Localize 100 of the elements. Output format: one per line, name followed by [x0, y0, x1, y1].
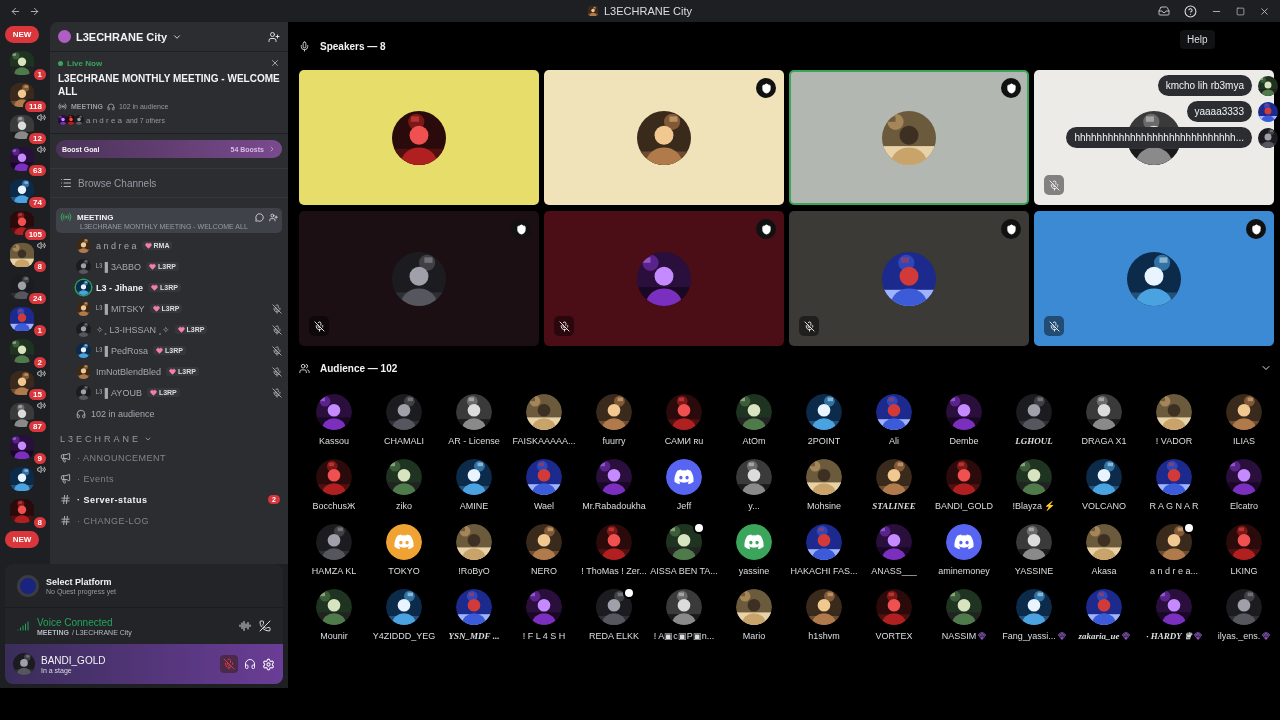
audience-name: CHAMALI: [384, 436, 424, 446]
close-icon[interactable]: [1259, 5, 1270, 17]
heart-icon: [149, 389, 157, 396]
member-name: ᴸ³ ▌MITSKY: [96, 303, 145, 314]
speaker-tile[interactable]: [544, 211, 784, 346]
hash-icon: [60, 494, 71, 505]
discord-logo-icon: [744, 534, 764, 550]
server-icon[interactable]: [10, 147, 34, 171]
channel-item[interactable]: · Events: [50, 468, 288, 489]
channel-name: · CHANGE-LOG: [77, 515, 149, 526]
default-avatar[interactable]: [666, 459, 702, 495]
audience-name: yassine: [738, 566, 770, 576]
microphone-button[interactable]: [220, 655, 238, 673]
audience-name: Fang_yassi...: [1002, 631, 1056, 641]
speaker-tile[interactable]: [544, 70, 784, 205]
channel-name: · ANNOUNCEMENT: [77, 452, 166, 463]
audience-name: Mr.Rabadoukha: [582, 501, 646, 511]
invite-icon[interactable]: [269, 212, 278, 222]
audience-name: · HARDY ♕: [1146, 631, 1192, 641]
speaker-tile[interactable]: [299, 211, 539, 346]
unread-count: 1: [31, 67, 48, 82]
audience-name: Elcatro: [1230, 501, 1258, 511]
audience-name: LKING: [1230, 566, 1258, 576]
speaker-tile[interactable]: [299, 70, 539, 205]
chat-bubble: hhhhhhhhhhhhhhhhhhhhhhhhhhhhh...: [1066, 127, 1252, 148]
server-name[interactable]: L3ECHRANE City: [76, 30, 168, 43]
unread-count: 9: [31, 451, 48, 466]
quest-title[interactable]: Select Platform: [46, 576, 117, 587]
member-name: ImNotBlendBled: [96, 366, 162, 377]
category-name[interactable]: L3ECHRANE: [60, 434, 142, 444]
audience-name: ! F L 4 S H: [522, 631, 566, 641]
channel-item[interactable]: · ANNOUNCEMENT: [50, 447, 288, 468]
speaker-tile[interactable]: [789, 211, 1029, 346]
host-name: a n d r e a: [86, 115, 123, 125]
server-icon[interactable]: [10, 403, 34, 427]
audience-name: fuurry: [602, 436, 626, 446]
server-icon[interactable]: [10, 307, 34, 331]
new-badge[interactable]: NEW: [4, 531, 40, 548]
audience-count: 102 in audience: [91, 408, 155, 419]
default-avatar[interactable]: [386, 524, 422, 560]
chevron-icon[interactable]: [144, 435, 153, 443]
audience-name: YSN_MDF ...: [448, 631, 500, 641]
server-icon[interactable]: [10, 115, 34, 139]
mic-icon: [299, 40, 310, 52]
back-arrow-icon[interactable]: [10, 5, 21, 17]
unread-count: 74: [27, 195, 48, 210]
server-icon[interactable]: [10, 51, 34, 75]
default-avatar[interactable]: [736, 524, 772, 560]
discord-logo-icon: [954, 534, 974, 550]
list-icon: [60, 177, 72, 189]
event-title: L3ECHRANE MONTHLY MEETING - WELCOME ALL: [58, 72, 280, 98]
help-icon[interactable]: [1184, 4, 1197, 18]
audience-name: NERO: [531, 566, 557, 576]
default-avatar[interactable]: [946, 524, 982, 560]
stage-icon: [60, 211, 72, 223]
close-icon[interactable]: [270, 58, 280, 68]
help-tooltip: Help: [1180, 30, 1215, 49]
member-name: L3 - Jihane: [96, 282, 143, 293]
sound-wave-icon[interactable]: [239, 620, 251, 632]
forward-arrow-icon[interactable]: [29, 5, 40, 17]
audience-name: zakaria_ue: [1078, 631, 1120, 641]
server-icon[interactable]: [10, 179, 34, 203]
unread-count: 63: [27, 163, 48, 178]
audience-name: !RoByO: [458, 566, 490, 576]
unread-count: 24: [27, 291, 48, 306]
member-name: ✧˳ L3-IHSSAN ˳✧: [96, 324, 170, 335]
chat-icon[interactable]: [255, 212, 264, 222]
invite-icon[interactable]: [268, 30, 280, 43]
stage-icon: [58, 102, 67, 111]
heart-icon: [169, 368, 177, 375]
unread-count: 118: [23, 99, 48, 114]
megaphone-icon: [60, 452, 71, 463]
server-icon[interactable]: [10, 467, 34, 491]
audience-name: VORTEX: [875, 631, 913, 641]
new-badge[interactable]: NEW: [4, 26, 40, 43]
audience-name: Y4ZIDDD_YEG: [372, 631, 436, 641]
server-icon[interactable]: [10, 339, 34, 363]
audience-name: AMINE: [459, 501, 489, 511]
audience-name: ANASS___: [871, 566, 917, 576]
megaphone-icon: [60, 473, 71, 484]
audience-name: y...: [748, 501, 760, 511]
speakers-heading: Speakers — 8: [320, 40, 386, 52]
audience-name: Ali: [889, 436, 899, 446]
server-icon[interactable]: [10, 435, 34, 459]
channel-item[interactable]: · CHANGE-LOG: [50, 510, 288, 531]
audience-name: ilyas._ens.: [1217, 631, 1261, 641]
inbox-icon[interactable]: [1158, 5, 1170, 17]
browse-channels[interactable]: Browse Channels: [78, 177, 157, 189]
speaker-tile[interactable]: [1034, 211, 1274, 346]
audience-name: ILIAS: [1233, 436, 1255, 446]
disconnect-icon[interactable]: [259, 620, 271, 632]
quest-icon: [17, 574, 39, 597]
server-icon[interactable]: [10, 371, 34, 395]
speaker-tile[interactable]: [789, 70, 1029, 205]
audience-name: REDA ELKK: [589, 631, 639, 641]
maximize-icon[interactable]: [1236, 6, 1245, 16]
server-icon[interactable]: [10, 243, 34, 267]
audience-name: HAMZA KL: [311, 566, 357, 576]
headphones-icon[interactable]: [244, 658, 256, 670]
settings-icon[interactable]: [262, 657, 275, 671]
